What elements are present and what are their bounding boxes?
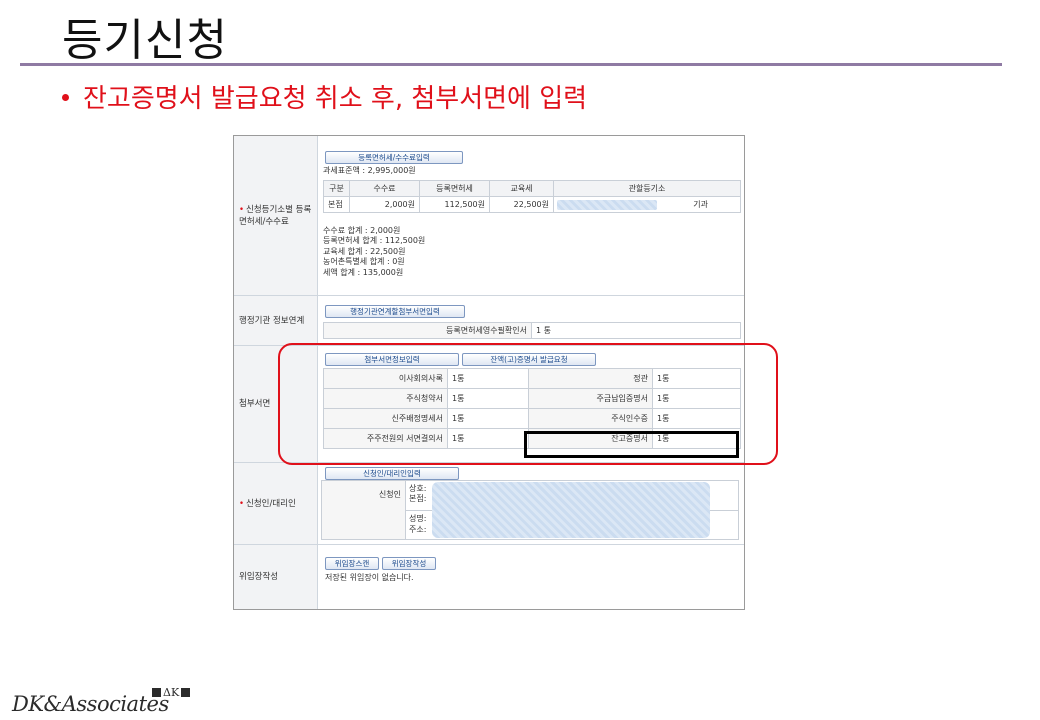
field-person-name: 성명: bbox=[409, 514, 427, 523]
summary-fee: 수수료 합계 : 2,000원 bbox=[323, 225, 401, 235]
fee-cell-education-tax: 22,500원 bbox=[489, 195, 554, 213]
fee-section-label: • 신청등기소별 등록면허세/수수료 bbox=[234, 136, 318, 295]
admin-section-label: 행정기관 정보연계 bbox=[234, 296, 318, 345]
table-row: 등록면허세영수필확인서 1 통 bbox=[323, 322, 741, 339]
fee-cell-registry: 기과 bbox=[553, 195, 741, 213]
fee-cell-license-tax: 112,500원 bbox=[419, 195, 490, 213]
instruction-text: 잔고증명서 발급요청 취소 후, 첨부서면에 입력 bbox=[83, 84, 588, 114]
title-divider bbox=[20, 63, 1002, 66]
poa-section-label: 위임장작성 bbox=[234, 545, 318, 609]
fee-header-fee: 수수료 bbox=[349, 179, 420, 197]
applicant-box: 신청인 상호: 본점: 성명: 주소: bbox=[321, 480, 739, 540]
fee-header-type: 구분 bbox=[323, 179, 350, 197]
slide-title: 등기신청 bbox=[62, 15, 228, 66]
fee-header-license-tax: 등록면허세 bbox=[419, 179, 490, 197]
admin-row-label: 등록면허세영수필확인서 bbox=[323, 322, 532, 339]
poa-scan-button[interactable]: 위임장스캔 bbox=[325, 557, 379, 570]
poa-write-button[interactable]: 위임장작성 bbox=[382, 557, 436, 570]
poa-empty-text: 저장된 위임장이 없습니다. bbox=[325, 573, 414, 582]
summary-total-tax: 세액 합계 : 135,000원 bbox=[323, 267, 404, 277]
redacted-applicant-info bbox=[432, 482, 710, 538]
fee-cell-fee: 2,000원 bbox=[349, 195, 420, 213]
admin-attach-button[interactable]: 행정기관연계할첨부서면입력 bbox=[325, 305, 465, 318]
summary-license-tax: 등록면허세 합계 : 112,500원 bbox=[323, 236, 426, 245]
admin-linkage-section: 행정기관 정보연계 행정기관연계할첨부서면입력 등록면허세영수필확인서 1 통 bbox=[234, 296, 744, 346]
fee-header-education-tax: 교육세 bbox=[489, 179, 554, 197]
table-row: 본점 2,000원 112,500원 22,500원 기과 bbox=[323, 195, 741, 213]
applicant-section-label: • 신청인/대리인 bbox=[234, 463, 318, 544]
company-logo: ΔK DK&Associates bbox=[12, 686, 212, 716]
logo-text: DK&Associates bbox=[12, 692, 169, 716]
redacted-registry-name bbox=[557, 199, 657, 210]
admin-row-value: 1 통 bbox=[531, 322, 741, 339]
fee-table: 구분 수수료 등록면허세 교육세 관할등기소 본점 2,000원 112,500… bbox=[323, 179, 741, 213]
summary-rural-tax: 농어촌특별세 합계 : 0원 bbox=[323, 257, 405, 266]
balance-certificate-highlight-frame bbox=[524, 431, 739, 458]
applicant-input-button[interactable]: 신청인/대리인입력 bbox=[325, 467, 459, 480]
fee-input-button[interactable]: 등록면허세/수수료입력 bbox=[325, 151, 463, 164]
power-of-attorney-section: 위임장작성 위임장스캔 위임장작성 저장된 위임장이 없습니다. bbox=[234, 545, 744, 609]
fee-section: • 신청등기소별 등록면허세/수수료 등록면허세/수수료입력 과세표준액 : 2,… bbox=[234, 136, 744, 296]
admin-table: 등록면허세영수필확인서 1 통 bbox=[323, 322, 741, 339]
field-address: 주소: bbox=[409, 525, 427, 534]
tax-base-text: 과세표준액 : 2,995,000원 bbox=[323, 166, 416, 175]
field-head-office: 본점: bbox=[409, 494, 427, 503]
applicant-label: 신청인 bbox=[322, 481, 406, 539]
field-company-name: 상호: bbox=[409, 484, 427, 493]
summary-education-tax: 교육세 합계 : 22,500원 bbox=[323, 246, 406, 256]
fee-cell-type: 본점 bbox=[323, 195, 350, 213]
instruction-bullet: 잔고증명서 발급요청 취소 후, 첨부서면에 입력 bbox=[62, 78, 587, 115]
applicant-section: • 신청인/대리인 신청인/대리인입력 신청인 상호: 본점: 성명: 주소: bbox=[234, 463, 744, 545]
bullet-dot-icon bbox=[62, 94, 69, 101]
fee-header-registry: 관할등기소 bbox=[553, 179, 741, 197]
